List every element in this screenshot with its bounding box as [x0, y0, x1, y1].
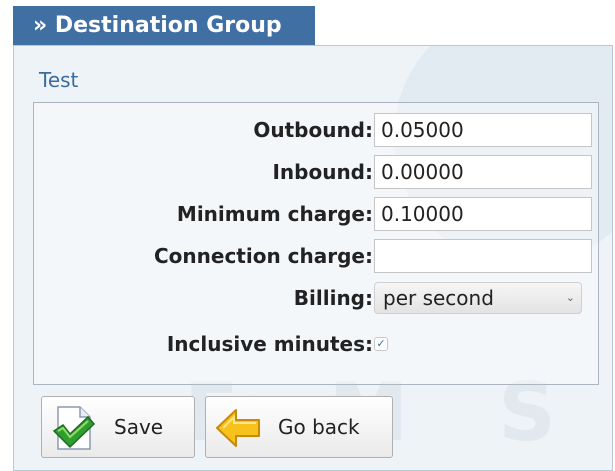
inbound-label: Inbound:	[272, 160, 373, 184]
arrow-left-icon	[216, 409, 260, 447]
chevron-down-icon: ⌄	[565, 291, 575, 304]
go-back-button[interactable]: Go back	[205, 396, 393, 458]
billing-selected-value: per second	[383, 286, 494, 310]
outbound-input[interactable]	[374, 113, 592, 147]
rate-fieldset: Outbound: Inbound: Minimum charge: Conne…	[33, 102, 599, 385]
inclusive-minutes-row: Inclusive minutes: ✓	[34, 325, 598, 363]
inbound-input[interactable]	[374, 155, 592, 189]
outbound-label: Outbound:	[253, 118, 373, 142]
go-back-button-label: Go back	[278, 415, 360, 439]
outbound-row: Outbound:	[34, 111, 598, 149]
check-icon: ✓	[376, 337, 386, 350]
billing-select[interactable]: per second ⌄	[374, 282, 582, 314]
page-title: » Destination Group	[13, 6, 315, 45]
connection-charge-row: Connection charge:	[34, 237, 598, 275]
destination-group-panel: EMS Test Outbound: Inbound: Minimum char…	[13, 45, 613, 471]
inbound-row: Inbound:	[34, 153, 598, 191]
minimum-charge-input[interactable]	[374, 197, 592, 231]
connection-charge-label: Connection charge:	[153, 244, 373, 268]
record-name: Test	[39, 68, 79, 92]
billing-row: Billing: per second ⌄	[34, 279, 598, 317]
minimum-charge-label: Minimum charge:	[176, 202, 373, 226]
save-button-label: Save	[114, 415, 164, 439]
inclusive-minutes-checkbox[interactable]: ✓	[374, 337, 388, 351]
checkmark-document-icon	[52, 406, 96, 450]
billing-label: Billing:	[293, 286, 373, 310]
save-button[interactable]: Save	[41, 396, 195, 458]
minimum-charge-row: Minimum charge:	[34, 195, 598, 233]
connection-charge-input[interactable]	[374, 239, 592, 273]
page: » Destination Group EMS Test Outbound: I…	[0, 0, 615, 471]
inclusive-minutes-label: Inclusive minutes:	[166, 332, 373, 356]
